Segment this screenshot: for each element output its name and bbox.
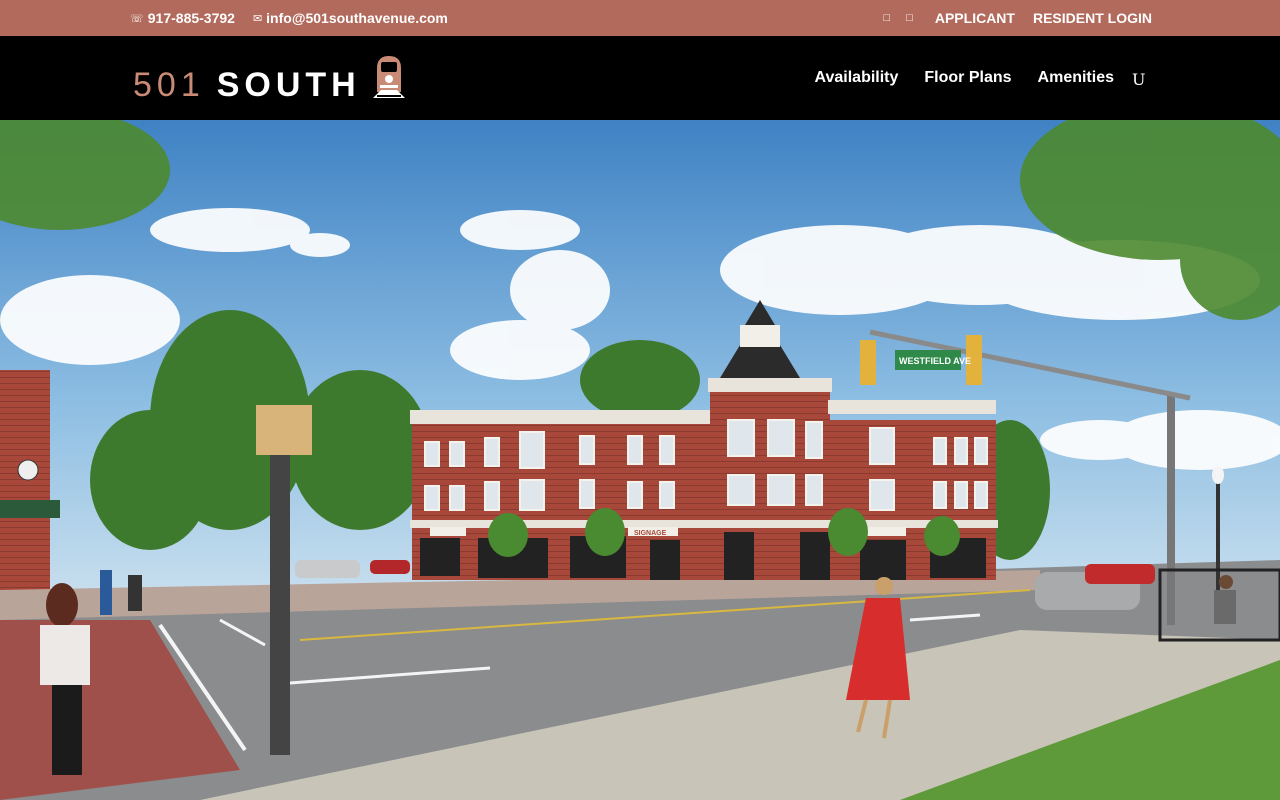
nav-amenities[interactable]: Amenities	[1038, 69, 1114, 87]
instagram-icon[interactable]: □	[906, 12, 913, 24]
menu-toggle-button[interactable]: U	[1132, 70, 1145, 89]
resident-login-link[interactable]: RESIDENT LOGIN	[1033, 10, 1152, 26]
main-header: 501 SOUTH Availability Floor Plans Ameni…	[0, 36, 1280, 120]
email-address: info@501southavenue.com	[266, 10, 448, 26]
train-icon	[372, 56, 405, 98]
email-icon: ✉	[252, 12, 263, 25]
contact-info: ☏ 917-885-3792 ✉ info@501southavenue.com	[130, 10, 448, 26]
logo-word: SOUTH	[216, 66, 361, 104]
street-sign: WESTFIELD AVE	[899, 356, 971, 366]
phone-link[interactable]: ☏ 917-885-3792	[130, 10, 235, 26]
hero-illustration: SIGNAGE WESTFIELD AVE	[0, 120, 1280, 800]
nav-floor-plans[interactable]: Floor Plans	[924, 69, 1011, 87]
phone-number: 917-885-3792	[147, 10, 235, 26]
site-logo[interactable]: 501 SOUTH	[133, 54, 409, 102]
facebook-icon[interactable]: □	[884, 12, 891, 24]
social-links: □ □	[884, 12, 913, 24]
nav-availability[interactable]: Availability	[815, 69, 899, 87]
email-link[interactable]: ✉ info@501southavenue.com	[253, 10, 448, 26]
primary-nav: Availability Floor Plans Amenities	[815, 69, 1114, 87]
phone-icon: ☏	[130, 12, 144, 25]
hero-image: SIGNAGE WESTFIELD AVE	[0, 120, 1280, 800]
applicant-link[interactable]: APPLICANT	[935, 10, 1015, 26]
top-bar-links: □ □ APPLICANT RESIDENT LOGIN	[884, 10, 1152, 26]
logo-number: 501	[133, 66, 205, 104]
top-bar: ☏ 917-885-3792 ✉ info@501southavenue.com…	[0, 0, 1280, 36]
signage-text: SIGNAGE	[634, 530, 667, 537]
